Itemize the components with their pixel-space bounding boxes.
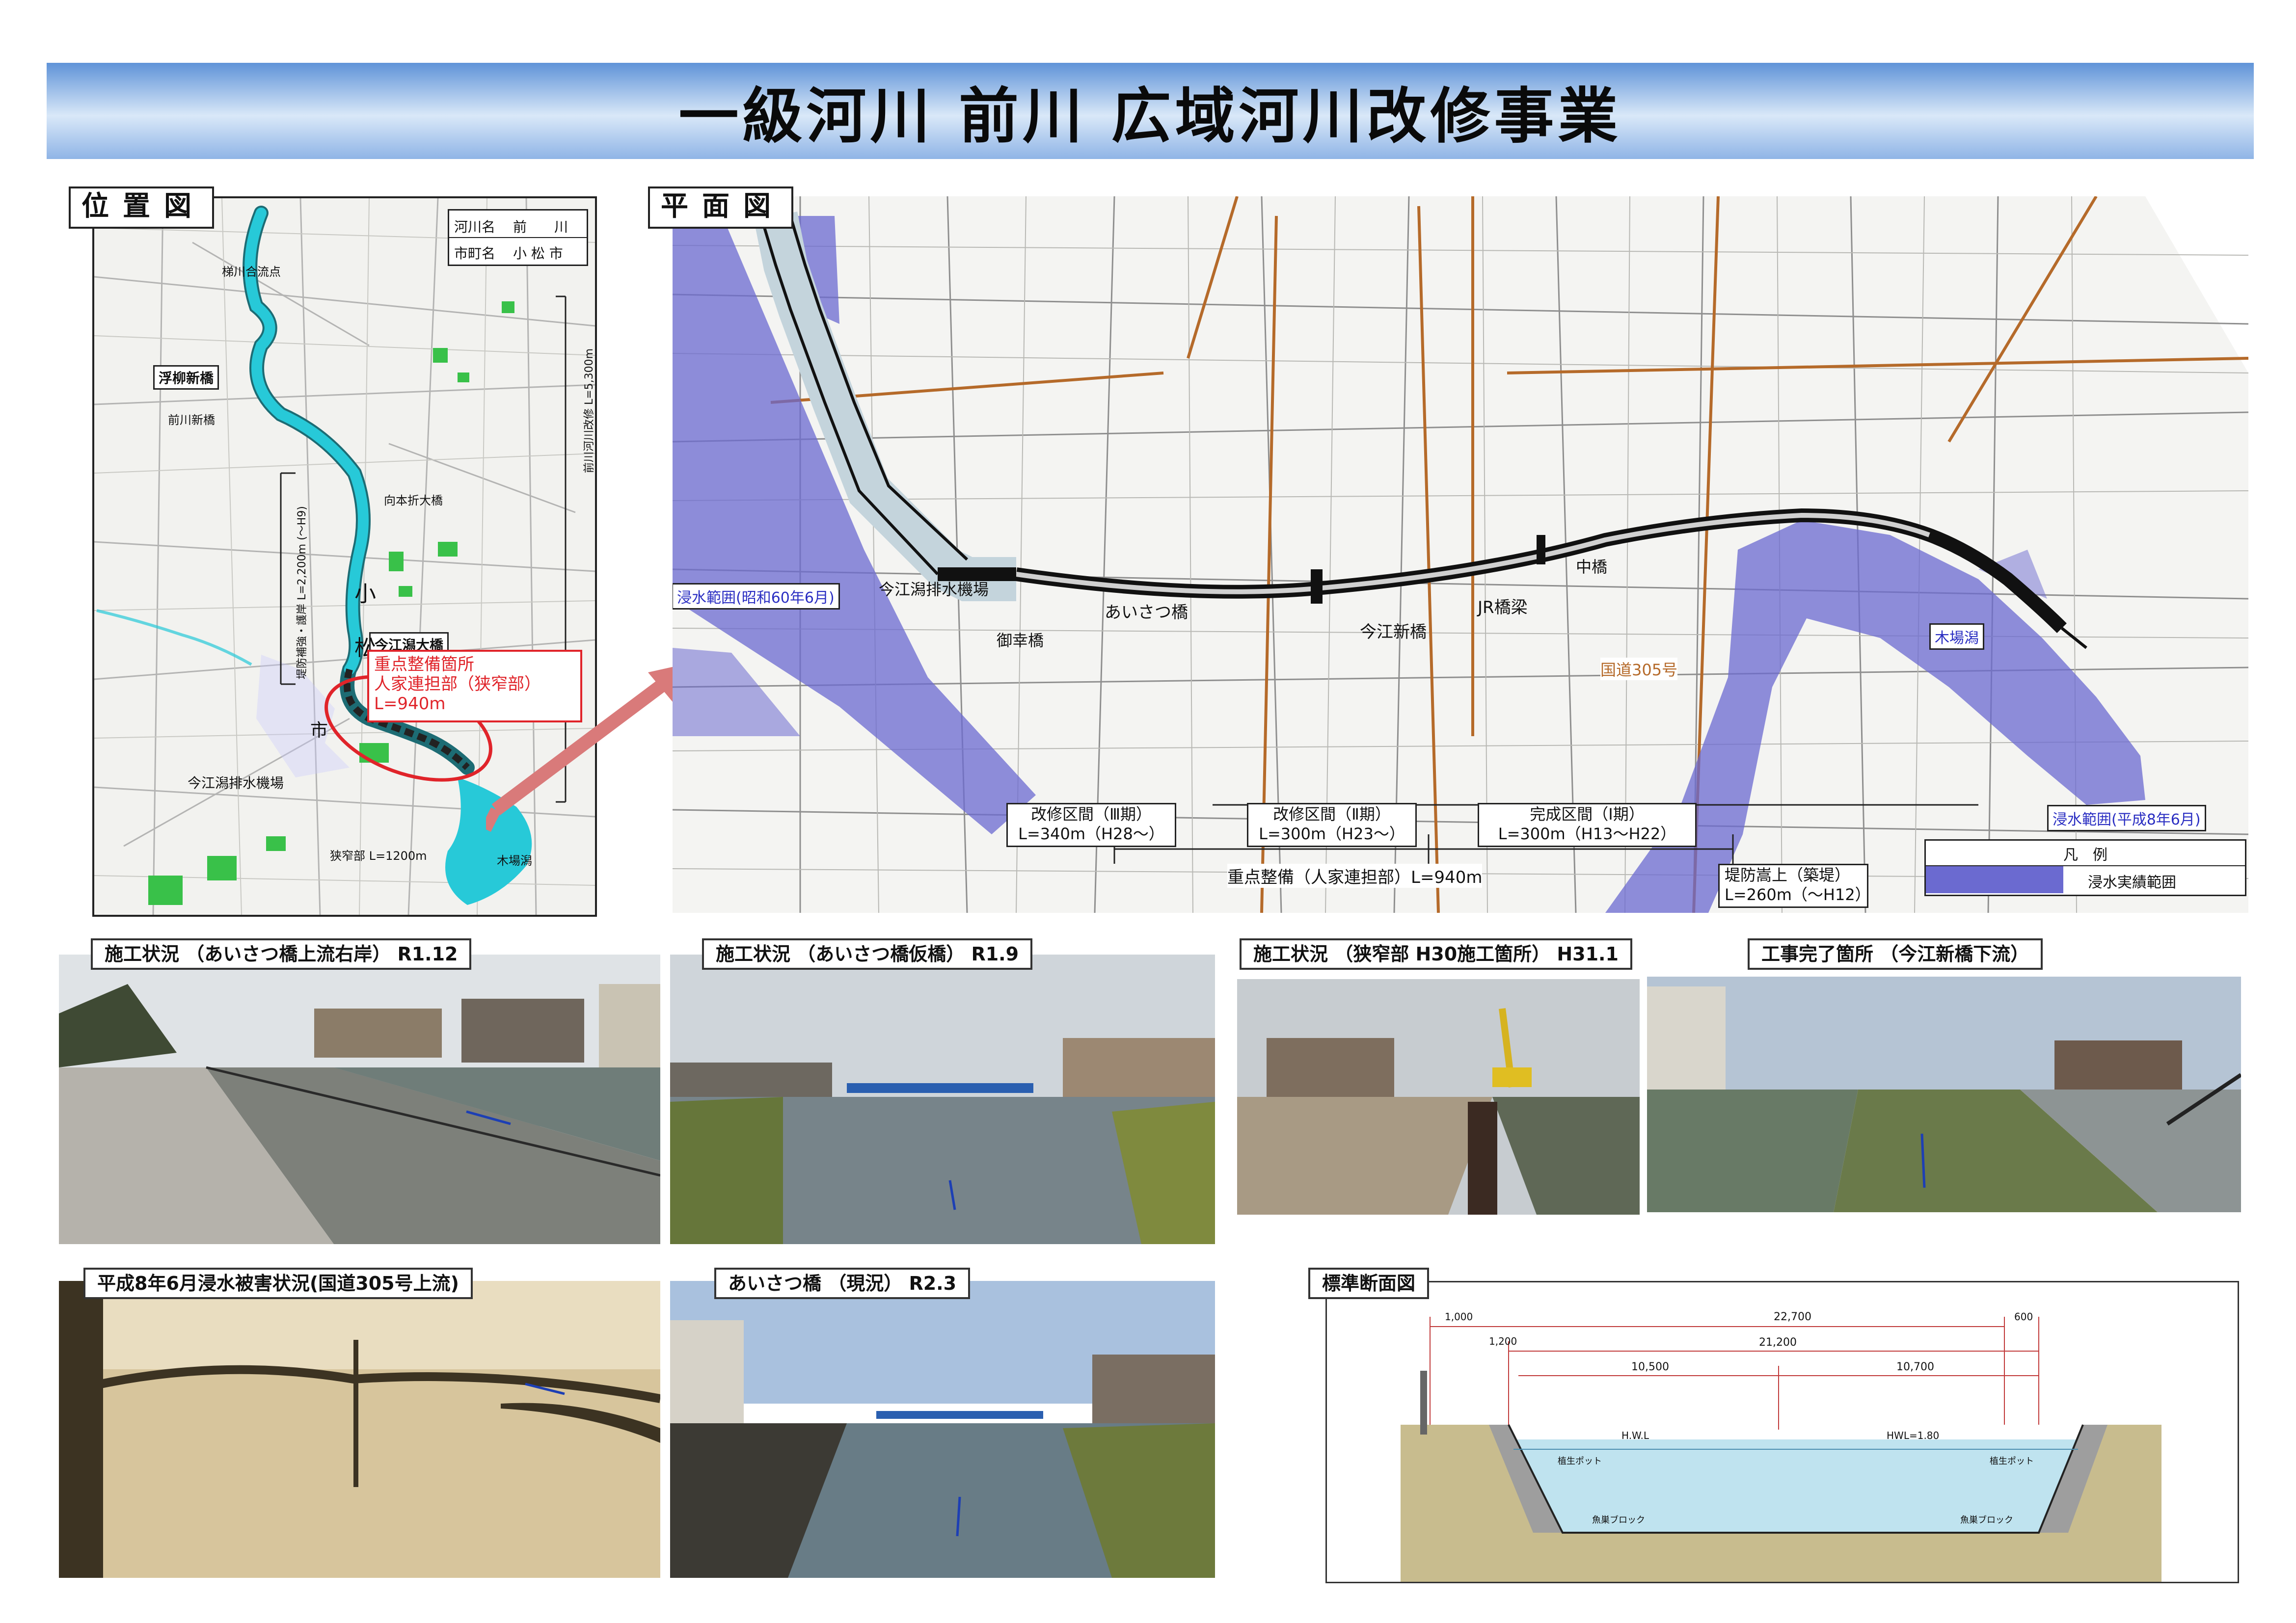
section-3-box: 改修区間（Ⅲ期） L=340m（H28〜）: [1006, 803, 1176, 847]
levee-line1: 堤防嵩上（築堤）: [1725, 866, 1851, 884]
river-info-table: 河川名 前 川 市町名 小 松 市: [448, 209, 588, 266]
cross-section-drawing: [1327, 1317, 2238, 1582]
plan-label-pump: 今江潟排水機場: [879, 580, 989, 599]
section-3-detail: L=340m（H28〜）: [1018, 825, 1164, 843]
map-label-ukiyanagi: 浮柳新橋: [153, 365, 219, 390]
section-1-name: 完成区間（Ⅰ期）: [1530, 805, 1645, 824]
plan-label-route305: 国道305号: [1600, 658, 1678, 680]
photo-1-image: [59, 955, 660, 1244]
photo-6: [670, 1281, 1215, 1578]
map-label-pump: 今江潟排水機場: [188, 775, 284, 791]
section-hwl-mark: H.W.L: [1621, 1430, 1649, 1441]
map-label-kibagata: 木場潟: [497, 854, 532, 868]
photo-5: [59, 1281, 660, 1578]
plan-label-imae: 今江新橋: [1360, 622, 1427, 642]
cross-section-tag: 標準断面図: [1308, 1268, 1430, 1299]
section-right-block: 魚巣ブロック: [1960, 1515, 2013, 1525]
photo-4-caption: 工事完了箇所 （今江新橋下流）: [1748, 938, 2043, 970]
photo-4: [1647, 977, 2241, 1212]
section-1-box: 完成区間（Ⅰ期） L=300m（H13〜H22）: [1478, 803, 1697, 847]
municipality-label: 市町名: [454, 245, 496, 262]
plan-map: 浸水範囲(昭和60年6月) 今江潟排水機場 御幸橋 あいさつ橋 今江新橋 JR橋…: [673, 196, 2253, 913]
section-left-pot: 植生ポット: [1558, 1456, 1602, 1466]
map-label-levee-length: 堤防補強・護岸 L=2,200m (〜H9): [296, 506, 308, 679]
levee-line2: L=260m（〜H12）: [1725, 885, 1871, 904]
section-left-setback: 1,200: [1489, 1335, 1517, 1347]
plan-label-aisatsu: あいさつ橋: [1105, 603, 1188, 622]
legend-swatch: [1926, 866, 2063, 893]
photo-6-image: [670, 1281, 1215, 1578]
section-hwl: HWL=1.80: [1887, 1430, 1940, 1441]
legend-title: 凡 例: [2063, 847, 2107, 864]
photo-2-image: [670, 955, 1215, 1244]
section-2-detail: L=300m（H23〜）: [1259, 825, 1405, 843]
map-label-city-ko: 小: [354, 582, 376, 607]
plan-map-tag: 平面図: [648, 186, 793, 229]
plan-legend: 凡 例 浸水実績範囲: [1924, 839, 2246, 896]
photo-1-caption: 施工状況 （あいさつ橋上流右岸） R1.12: [91, 938, 472, 970]
photo-3-image: [1237, 979, 1640, 1215]
plan-label-jr: JR橋梁: [1478, 598, 1528, 617]
section-3-name: 改修区間（Ⅲ期）: [1030, 805, 1152, 824]
section-2-box: 改修区間（Ⅱ期） L=300m（H23〜）: [1247, 803, 1417, 847]
title-banner: 一級河川 前川 広域河川改修事業: [47, 63, 2254, 159]
flood-1996-label: 浸水範囲(平成8年6月): [2047, 805, 2206, 831]
priority-total-label: 重点整備（人家連担部）L=940m: [1227, 864, 1483, 888]
photo-1: [59, 955, 660, 1244]
map-label-city-shi: 市: [310, 720, 328, 741]
section-overall-width: 22,700: [1774, 1311, 1811, 1323]
map-label-narrow: 狭窄部 L=1200m: [330, 849, 427, 863]
section-1-detail: L=300m（H13〜H22）: [1498, 825, 1676, 843]
river-name-label: 河川名: [454, 219, 496, 235]
flood-1985-label: 浸水範囲(昭和60年6月): [673, 583, 840, 610]
photo-2-caption: 施工状況 （あいさつ橋仮橋） R1.9: [702, 938, 1033, 970]
photo-3-caption: 施工状況 （狭窄部 H30施工箇所） H31.1: [1240, 938, 1632, 970]
plan-label-naka: 中橋: [1576, 558, 1608, 576]
section-left-half: 10,500: [1631, 1361, 1669, 1373]
plan-map-drawing: [673, 196, 2249, 913]
section-left-block: 魚巣ブロック: [1592, 1515, 1645, 1525]
section-inner-width: 21,200: [1759, 1336, 1797, 1349]
map-label-total-length: 前川河川改修 L=5,300m: [583, 348, 595, 473]
info-divider: [449, 237, 587, 238]
levee-box: 堤防嵩上（築堤） L=260m（〜H12）: [1718, 864, 1871, 908]
legend-item: 浸水実績範囲: [2088, 874, 2176, 891]
river-name-value: 前 川: [513, 219, 568, 235]
photo-6-caption: あいさつ橋 （現況） R2.3: [714, 1268, 971, 1299]
section-right-pot: 植生ポット: [1990, 1456, 2034, 1466]
map-label-maekawa-bridge: 前川新橋: [168, 413, 215, 427]
cross-section: 22,700 21,200 10,500 10,700 1,000 1,200 …: [1325, 1281, 2239, 1583]
map-label-confluence: 梯川合流点: [222, 265, 281, 279]
map-label-mukaimoto: 向本折大橋: [384, 494, 443, 507]
section-right-top: 600: [2014, 1311, 2033, 1323]
photo-5-caption: 平成8年6月浸水被害状況(国道305号上流): [83, 1268, 473, 1299]
section-2-name: 改修区間（Ⅱ期）: [1273, 805, 1391, 824]
plan-label-kibagata: 木場潟: [1929, 623, 1984, 650]
photo-5-image: [59, 1281, 660, 1578]
location-map-tag: 位置図: [69, 186, 214, 229]
section-right-half: 10,700: [1896, 1361, 1934, 1373]
municipality-value: 小 松 市: [513, 245, 563, 262]
page-title: 一級河川 前川 広域河川改修事業: [678, 81, 1622, 151]
section-left-top: 1,000: [1445, 1311, 1473, 1323]
photo-3: [1237, 979, 1640, 1215]
photo-4-image: [1647, 977, 2241, 1212]
photo-2: [670, 955, 1215, 1244]
plan-label-gokou: 御幸橋: [997, 631, 1044, 650]
